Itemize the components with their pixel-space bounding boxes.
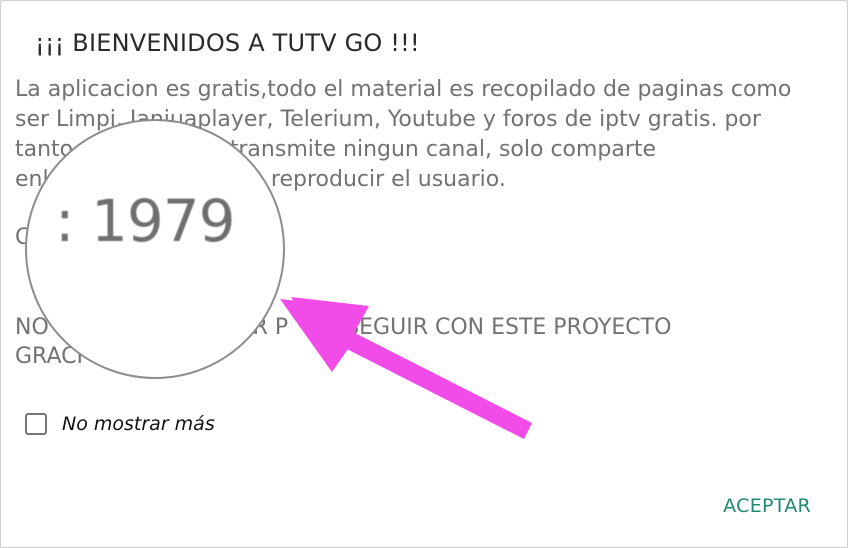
dont-show-again-row[interactable]: No mostrar más: [25, 413, 215, 435]
magnified-text: : 1979: [55, 187, 236, 255]
magnifier-lens: : 1979: [25, 119, 285, 379]
dialog-title: ¡¡¡ BIENVENIDOS A TUTV GO !!!: [35, 29, 420, 57]
dont-show-again-checkbox[interactable]: [25, 413, 47, 435]
dont-show-again-label[interactable]: No mostrar más: [62, 413, 215, 435]
welcome-dialog: ¡¡¡ BIENVENIDOS A TUTV GO !!! La aplicac…: [0, 0, 848, 548]
accept-button[interactable]: ACEPTAR: [723, 495, 811, 517]
message-line: La aplicacion es gratis,todo el material…: [15, 77, 792, 102]
